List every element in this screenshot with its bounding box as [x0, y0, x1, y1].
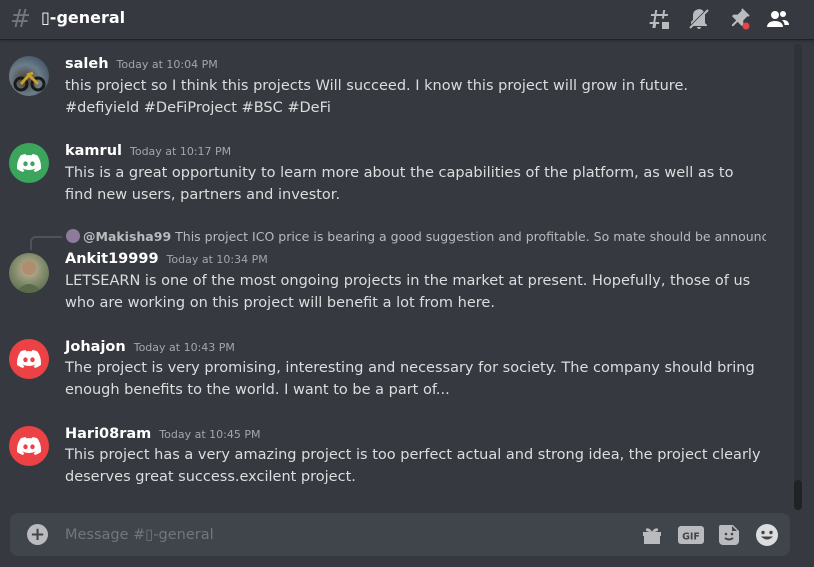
reply-username[interactable]: @Makisha99	[83, 229, 171, 244]
message-username[interactable]: Ankit19999 Today at 10:34 PM	[65, 251, 268, 267]
avatar[interactable]	[9, 143, 49, 183]
sticker-icon[interactable]	[717, 523, 741, 547]
message-input[interactable]	[65, 513, 625, 556]
reply-preview[interactable]: @Makisha99 This project ICO price is bear…	[66, 229, 766, 244]
message-timestamp: Today at 10:43 PM	[133, 341, 235, 354]
avatar[interactable]	[9, 339, 49, 379]
mute-bell-icon[interactable]	[687, 7, 711, 31]
message-timestamp: Today at 10:45 PM	[159, 428, 261, 441]
avatar[interactable]	[9, 253, 49, 293]
message-username[interactable]: Hari08ram Today at 10:45 PM	[65, 426, 260, 442]
message-username[interactable]: Johajon Today at 10:43 PM	[65, 339, 235, 355]
message-timestamp: Today at 10:04 PM	[116, 58, 218, 71]
message-content: The project is very promising, interesti…	[65, 360, 755, 398]
avatar[interactable]	[9, 56, 49, 96]
message-username[interactable]: saleh Today at 10:04 PM	[65, 56, 218, 72]
message-content: This project has a very amazing project …	[65, 447, 761, 485]
message-timestamp: Today at 10:17 PM	[129, 145, 232, 158]
discord-logo-icon	[17, 154, 41, 172]
message-content: This is a great opportunity to learn mor…	[65, 165, 734, 203]
discord-logo-icon	[17, 437, 41, 455]
add-icon: +	[29, 523, 46, 545]
message-composer: + GIF	[10, 513, 790, 556]
message-username[interactable]: kamrul Today at 10:17 PM	[65, 143, 231, 159]
gift-icon[interactable]	[640, 523, 664, 547]
gif-label: GIF	[682, 532, 700, 543]
message-content: this project so I think this projects Wi…	[65, 78, 688, 116]
message-timestamp: Today at 10:34 PM	[166, 253, 268, 266]
messages-scrollbar[interactable]	[794, 44, 802, 510]
channel-name: ▯-general	[41, 8, 126, 27]
avatar[interactable]	[9, 426, 49, 466]
gif-icon[interactable]: GIF	[678, 523, 704, 547]
pin-icon[interactable]	[727, 7, 751, 31]
members-icon[interactable]	[766, 7, 790, 31]
channel-header: # ▯-general	[0, 0, 814, 40]
emoji-icon[interactable]	[755, 523, 779, 547]
add-attachment-button[interactable]: +	[27, 524, 48, 545]
reply-avatar	[66, 229, 80, 243]
channel-hash-icon: #	[10, 4, 31, 33]
reply-text: This project ICO price is bearing a good…	[175, 229, 766, 244]
scrollbar-thumb[interactable]	[794, 480, 802, 510]
threads-icon[interactable]	[647, 7, 671, 31]
reply-connector	[30, 236, 62, 250]
discord-logo-icon	[17, 350, 41, 368]
message-content: LETSEARN is one of the most ongoing proj…	[65, 273, 751, 311]
